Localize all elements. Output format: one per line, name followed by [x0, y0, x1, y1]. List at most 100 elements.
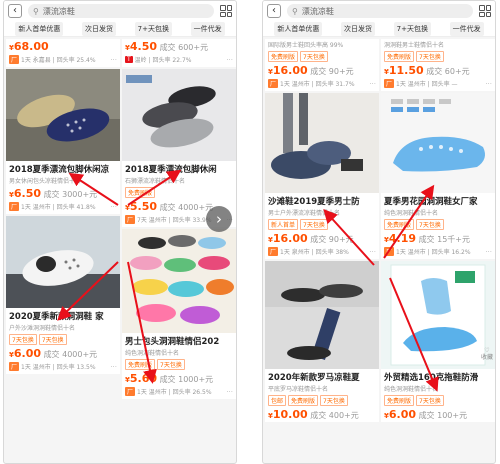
product-card[interactable]: 沙滩鞋2019夏季男士防 男士户外漂流凉鞋情侣十名 新人首单 7天包换 ¥16.0…	[265, 93, 379, 259]
product-card[interactable]: 2018夏季漂流包脚休闲凉 男女休闲包头凉鞋情侣十名 ¥6.50 成交 3000…	[6, 69, 120, 214]
product-card[interactable]: 2020夏季新款洞洞鞋 家 户外沙滩洞洞鞋情侣十名 7天包换 7天包换 ¥6.00…	[6, 216, 120, 374]
shop-meta: 1天 温州市 | 回头率 41.8%	[21, 204, 96, 211]
top-bar: ‹ ⚲ 漂流凉鞋	[4, 1, 236, 21]
search-icon: ⚲	[33, 6, 39, 16]
product-subtitle: 纯色洞洞鞋情侣十名	[125, 350, 180, 357]
more-icon[interactable]: ···	[226, 388, 233, 396]
product-subtitle: 纯色洞洞鞋情侣十名	[384, 210, 439, 217]
service-tag: 免费刷版	[125, 359, 156, 370]
shop-meta: 1天 温州市 | 回头率 31.7%	[280, 81, 355, 88]
service-tag: 免费刷版	[384, 219, 415, 230]
more-icon[interactable]: ···	[369, 248, 376, 256]
shoe-photo	[381, 93, 495, 193]
search-query: 漂流凉鞋	[42, 6, 75, 16]
more-icon[interactable]: ···	[110, 203, 117, 211]
shop-badge: 厂	[268, 79, 279, 88]
sold-count: 成交 100+元	[418, 411, 468, 420]
product-card[interactable]: 男士包头洞洞鞋情侣202 纯色洞洞鞋情侣十名 免费刷版 7天包换 ¥5.60 成交…	[122, 229, 236, 399]
product-image[interactable]	[381, 93, 495, 193]
product-card[interactable]: ¥4.50 成交 600+元 T 温岭 | 回头率 22.7% ···	[122, 39, 236, 67]
filter-chip[interactable]: 一件代发	[449, 21, 484, 36]
product-card[interactable]: 外贸精选160克拖鞋防滑 纯色洞洞鞋情侣十名 免费刷版 7天包换 ¥6.00 成交…	[381, 261, 495, 422]
product-title[interactable]: 沙滩鞋2019夏季男士防	[265, 193, 379, 207]
back-icon[interactable]: ‹	[267, 4, 281, 18]
product-card[interactable]: 2018夏季漂流包脚休闲 石狮漂流凉鞋情侣十名 免费刷版 ¥5.50 成交 40…	[122, 69, 236, 227]
product-image[interactable]	[122, 69, 236, 161]
search-input[interactable]: ⚲ 漂流凉鞋	[287, 4, 473, 18]
product-card[interactable]: 洞洞鞋男士鞋情侣十名 免费刷版 7天包换 ¥11.50 成交 60+元 厂 1天 温…	[381, 39, 495, 91]
product-image[interactable]	[381, 261, 495, 369]
back-icon[interactable]: ‹	[8, 4, 22, 18]
product-subtitle: 国际版男士鞋回头率高 99%	[268, 42, 344, 49]
product-card[interactable]: 2020年新款罗马凉鞋夏 平底罗马凉鞋情侣十名 包邮 免费刷版 7天包换 ¥10.0…	[265, 261, 379, 422]
more-icon[interactable]: ···	[110, 363, 117, 371]
filter-chip[interactable]: 新人首单优惠	[274, 21, 323, 36]
more-icon[interactable]: ···	[485, 80, 492, 88]
shop-meta: 7天 温州市 | 回头率 33.9%	[137, 217, 212, 224]
shoe-photo	[6, 216, 120, 308]
shoe-photo	[381, 261, 495, 369]
product-image[interactable]	[265, 93, 379, 193]
filter-chip[interactable]: 一件代发	[190, 21, 225, 36]
service-tag: 免费刷版	[288, 395, 319, 406]
filter-chip[interactable]: 7+天包换	[134, 21, 172, 36]
product-card[interactable]: ¥68.00 厂 1天 永嘉县 | 回头率 25.4% ···	[6, 39, 120, 67]
grid-view-icon[interactable]	[479, 5, 491, 17]
search-query: 漂流凉鞋	[301, 6, 334, 16]
shoe-photo	[265, 93, 379, 193]
product-title[interactable]: 2018夏季漂流包脚休闲	[122, 161, 236, 175]
shop-meta: 1天 温州市 | 回头率 —	[396, 81, 458, 88]
sold-count: 成交 400+元	[310, 411, 359, 420]
more-icon[interactable]: ···	[485, 248, 492, 256]
filter-chip[interactable]: 7+天包换	[393, 21, 431, 36]
price: ¥16.00	[268, 64, 308, 77]
product-title[interactable]: 夏季男花园洞洞鞋女厂家	[381, 193, 495, 207]
shop-meta: 温岭 | 回头率 22.7%	[134, 57, 192, 64]
filter-chip[interactable]: 新人首单优惠	[15, 21, 64, 36]
product-title[interactable]: 外贸精选160克拖鞋防滑	[381, 369, 495, 383]
product-subtitle: 男女休闲包头凉鞋情侣十名	[9, 178, 82, 185]
service-tag: 7天包换	[320, 395, 348, 406]
service-tag: 7天包换	[38, 334, 67, 345]
filter-chip[interactable]: 次日发货	[81, 21, 116, 36]
price: ¥6.00	[9, 347, 42, 360]
product-title[interactable]: 2020夏季新款洞洞鞋 家	[6, 308, 120, 322]
grid-view-icon[interactable]	[220, 5, 232, 17]
product-title[interactable]: 2018夏季漂流包脚休闲凉	[6, 161, 120, 175]
next-arrow-icon[interactable]: ›	[206, 206, 232, 232]
product-card[interactable]: 国际版男士鞋回头率高 99% 免费刷版 7天包换 ¥16.00 成交 90+元 厂…	[265, 39, 379, 91]
shoe-photo	[265, 261, 379, 369]
sold-count: 成交 600+元	[159, 43, 209, 52]
product-image[interactable]	[122, 229, 236, 333]
sold-count: 成交 3000+元	[43, 190, 98, 199]
more-icon[interactable]: ···	[226, 56, 233, 64]
tm-badge: T	[125, 56, 133, 63]
more-icon[interactable]: ···	[110, 56, 117, 64]
filter-bar: 新人首单优惠 次日发货 7+天包换 一件代发	[4, 21, 236, 37]
favorite-icon[interactable]: ♡ 收藏	[481, 347, 493, 361]
right-phone-screen: ‹ ⚲ 漂流凉鞋 新人首单优惠 次日发货 7+天包换 一件代发 国际版男士鞋回头…	[262, 0, 496, 464]
price: ¥11.50	[384, 64, 424, 77]
price: ¥6.00	[384, 408, 417, 421]
service-tag: 免费刷版	[268, 51, 299, 62]
service-tag: 新人首单	[268, 219, 299, 230]
filter-chip[interactable]: 次日发货	[340, 21, 375, 36]
product-image[interactable]	[265, 261, 379, 369]
search-input[interactable]: ⚲ 漂流凉鞋	[28, 4, 214, 18]
product-card[interactable]: 夏季男花园洞洞鞋女厂家 纯色洞洞鞋情侣十名 免费刷版 7天包换 ¥4.19 成交 …	[381, 93, 495, 259]
more-icon[interactable]: ···	[369, 80, 376, 88]
service-tag: 7天包换	[157, 359, 185, 370]
product-subtitle: 石狮漂流凉鞋情侣十名	[125, 178, 186, 185]
shop-badge: 厂	[268, 247, 279, 256]
product-image[interactable]	[6, 69, 120, 161]
shop-badge: 厂	[125, 215, 136, 224]
product-image[interactable]	[6, 216, 120, 308]
shop-meta: 1天 温州市 | 回头率 13.5%	[21, 364, 96, 371]
product-subtitle: 平底罗马凉鞋情侣十名	[268, 386, 329, 393]
left-phone-screen: ‹ ⚲ 漂流凉鞋 新人首单优惠 次日发货 7+天包换 一件代发 ¥68.00 厂…	[3, 0, 237, 464]
price: ¥5.50	[125, 200, 158, 213]
product-title[interactable]: 2020年新款罗马凉鞋夏	[265, 369, 379, 383]
product-title[interactable]: 男士包头洞洞鞋情侣202	[122, 333, 236, 347]
shop-meta: 1天 泉州市 | 回头率 38%	[280, 249, 349, 256]
price: ¥68.00	[9, 40, 49, 53]
